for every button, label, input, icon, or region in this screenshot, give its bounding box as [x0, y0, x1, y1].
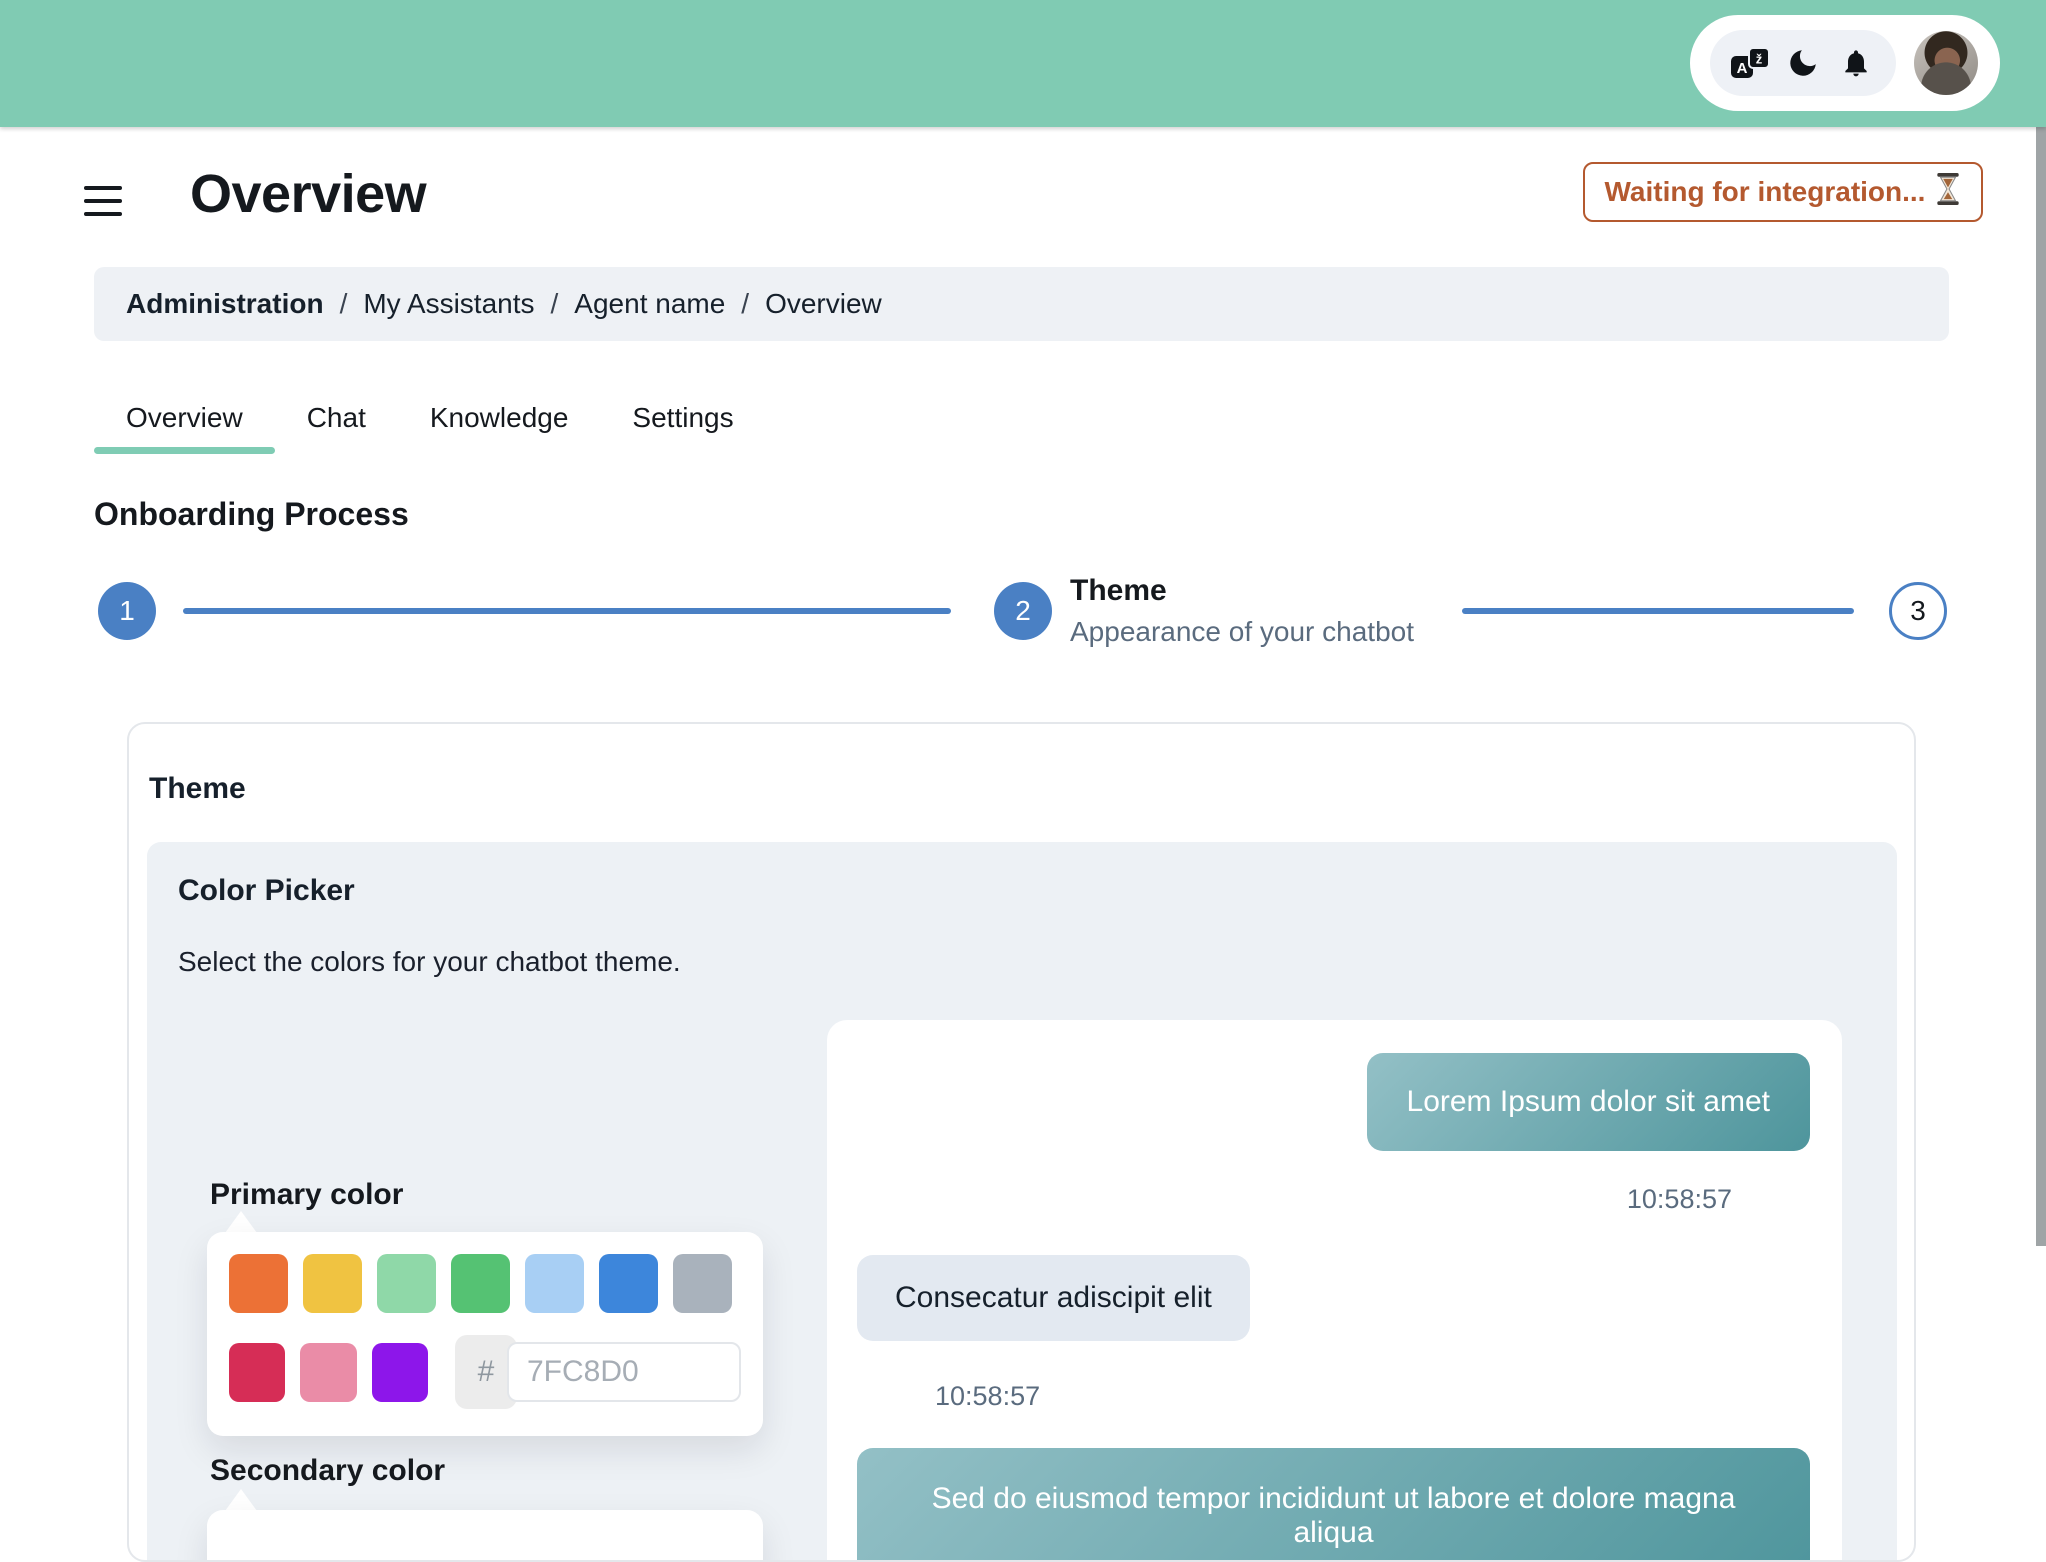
chat-bubble-incoming: Sed do eiusmod tempor incididunt ut labo… — [857, 1448, 1810, 1560]
hex-color-input[interactable] — [506, 1342, 741, 1402]
color-swatch[interactable] — [229, 1342, 286, 1402]
chat-timestamp: 10:58:57 — [1626, 1184, 1732, 1214]
primary-color-popup: # — [207, 1232, 763, 1436]
breadcrumb: Administration / My Assistants / Agent n… — [94, 267, 1949, 341]
primary-color-label: Primary color — [210, 1178, 404, 1211]
popup-caret — [225, 1489, 257, 1511]
color-swatch[interactable] — [371, 1342, 428, 1402]
breadcrumb-my-assistants[interactable]: My Assistants — [363, 288, 534, 320]
vertical-scrollbar[interactable] — [2036, 0, 2046, 1528]
breadcrumb-separator: / — [550, 288, 559, 319]
step-3[interactable]: 3 — [1889, 582, 1947, 640]
color-swatch[interactable] — [229, 1254, 288, 1313]
color-swatch[interactable] — [599, 1254, 658, 1313]
user-avatar[interactable] — [1914, 31, 1978, 95]
color-swatch[interactable] — [300, 1342, 357, 1402]
svg-text:A: A — [1737, 60, 1748, 77]
moon-icon[interactable] — [1783, 43, 1823, 83]
color-swatch[interactable] — [525, 1254, 584, 1313]
tab-knowledge[interactable]: Knowledge — [398, 388, 601, 448]
menu-icon[interactable] — [84, 186, 122, 216]
color-swatch[interactable] — [673, 1254, 732, 1313]
chat-bubble-incoming: Consecatur adiscipit elit — [857, 1255, 1250, 1341]
color-picker-heading: Color Picker — [178, 874, 355, 907]
bell-icon[interactable] — [1836, 43, 1876, 83]
color-swatch[interactable] — [377, 1254, 436, 1313]
popup-caret — [225, 1211, 257, 1233]
breadcrumb-overview[interactable]: Overview — [765, 288, 882, 320]
theme-card: Theme Color Picker Select the colors for… — [127, 722, 1916, 1562]
secondary-color-label: Secondary color — [210, 1454, 446, 1487]
step-2[interactable]: 2 — [994, 582, 1052, 640]
step-2-subtitle: Appearance of your chatbot — [1070, 616, 1415, 647]
tab-settings[interactable]: Settings — [600, 388, 765, 448]
breadcrumb-agent-name[interactable]: Agent name — [574, 288, 725, 320]
tab-bar: Overview Chat Knowledge Settings — [94, 388, 766, 454]
step-connector — [183, 608, 951, 614]
theme-card-heading: Theme — [149, 772, 246, 805]
step-1[interactable]: 1 — [98, 582, 156, 640]
status-label: Waiting for integration... — [1604, 176, 1926, 207]
hourglass-icon — [1935, 172, 1961, 212]
tab-chat[interactable]: Chat — [275, 388, 398, 448]
secondary-color-popup — [207, 1510, 763, 1560]
topbar-actions: A ž — [1690, 15, 2000, 111]
chat-bubble-outgoing: Lorem Ipsum dolor sit amet — [1366, 1053, 1810, 1151]
color-picker-panel: Color Picker Select the colors for your … — [147, 842, 1897, 1560]
breadcrumb-separator: / — [339, 288, 348, 319]
scrollbar-thumb[interactable] — [2036, 127, 2046, 1246]
breadcrumb-separator: / — [741, 288, 750, 319]
breadcrumb-administration[interactable]: Administration — [126, 288, 324, 320]
translate-icon[interactable]: A ž — [1730, 43, 1771, 83]
step-connector — [1462, 608, 1854, 614]
hex-input-group: # — [454, 1335, 741, 1409]
color-picker-description: Select the colors for your chatbot theme… — [178, 946, 681, 977]
svg-text:ž: ž — [1756, 52, 1763, 67]
chat-preview: Lorem Ipsum dolor sit amet 10:58:57 Cons… — [827, 1020, 1842, 1560]
step-2-title: Theme — [1070, 574, 1167, 607]
step-2-labels: Theme Appearance of your chatbot — [1070, 574, 1414, 648]
color-swatch[interactable] — [451, 1254, 510, 1313]
icon-group: A ž — [1710, 30, 1896, 96]
page-title: Overview — [190, 164, 427, 224]
integration-status-button[interactable]: Waiting for integration... — [1583, 162, 1983, 222]
color-swatch[interactable] — [303, 1254, 362, 1313]
onboarding-heading: Onboarding Process — [94, 496, 409, 532]
chat-timestamp: 10:58:57 — [935, 1381, 1041, 1411]
tab-overview[interactable]: Overview — [94, 388, 275, 454]
